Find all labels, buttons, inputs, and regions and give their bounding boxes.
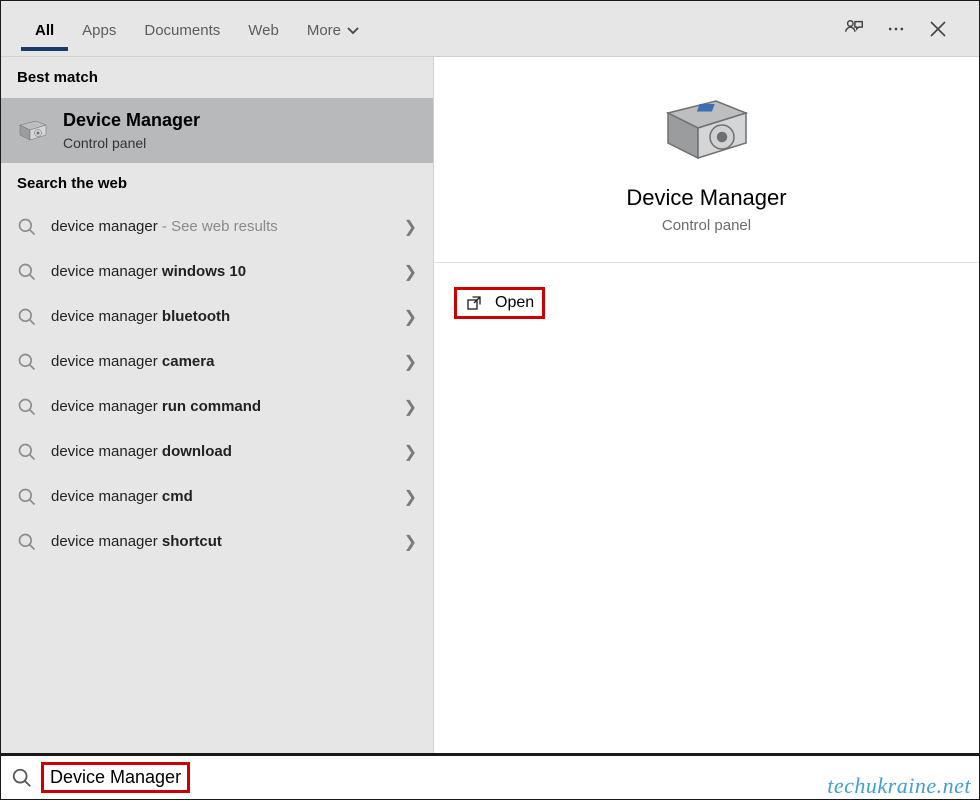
watermark: techukraine.net xyxy=(827,773,971,799)
search-icon xyxy=(17,397,37,417)
chevron-right-icon: ❯ xyxy=(404,397,417,417)
search-icon xyxy=(17,217,37,237)
chevron-right-icon: ❯ xyxy=(404,442,417,462)
chevron-right-icon: ❯ xyxy=(404,217,417,237)
open-label: Open xyxy=(495,294,534,312)
search-icon xyxy=(17,262,37,282)
search-icon xyxy=(17,487,37,507)
open-button[interactable]: Open xyxy=(454,287,545,319)
filter-tabs: All Apps Documents Web More xyxy=(1,1,979,57)
tab-documents[interactable]: Documents xyxy=(130,6,234,51)
best-match-title: Device Manager xyxy=(63,110,200,131)
chevron-right-icon: ❯ xyxy=(404,352,417,372)
suggestion-label: device manager download xyxy=(51,443,404,460)
chevron-right-icon: ❯ xyxy=(404,487,417,507)
web-suggestion[interactable]: device manager shortcut ❯ xyxy=(1,519,433,564)
suggestion-label: device manager bluetooth xyxy=(51,308,404,325)
search-bar[interactable]: Device Manager techukraine.net xyxy=(1,753,979,799)
chevron-right-icon: ❯ xyxy=(404,307,417,327)
web-suggestion[interactable]: device manager run command ❯ xyxy=(1,384,433,429)
search-input[interactable]: Device Manager xyxy=(41,762,190,793)
tab-apps[interactable]: Apps xyxy=(68,6,130,51)
tab-more[interactable]: More xyxy=(293,6,373,51)
best-match-result[interactable]: Device Manager Control panel xyxy=(1,98,433,163)
chevron-right-icon: ❯ xyxy=(404,262,417,282)
feedback-icon[interactable] xyxy=(833,8,875,50)
detail-card: Device Manager Control panel xyxy=(434,57,979,263)
suggestion-label: device manager camera xyxy=(51,353,404,370)
tab-all[interactable]: All xyxy=(21,6,68,51)
search-window: All Apps Documents Web More Best match xyxy=(0,0,980,800)
search-icon xyxy=(17,352,37,372)
tab-web[interactable]: Web xyxy=(234,6,293,51)
search-icon xyxy=(17,442,37,462)
suggestion-label: device manager - See web results xyxy=(51,218,404,235)
web-suggestion[interactable]: device manager camera ❯ xyxy=(1,339,433,384)
detail-title: Device Manager xyxy=(626,185,786,211)
suggestion-label: device manager windows 10 xyxy=(51,263,404,280)
suggestion-label: device manager cmd xyxy=(51,488,404,505)
search-web-header: Search the web xyxy=(1,163,433,204)
detail-panel: Device Manager Control panel Open xyxy=(433,57,979,753)
open-external-icon xyxy=(465,294,483,312)
chevron-right-icon: ❯ xyxy=(404,532,417,552)
web-suggestion[interactable]: device manager cmd ❯ xyxy=(1,474,433,519)
web-suggestion[interactable]: device manager bluetooth ❯ xyxy=(1,294,433,339)
tab-more-label: More xyxy=(307,22,341,39)
detail-subtitle: Control panel xyxy=(662,217,751,234)
device-manager-icon xyxy=(659,91,755,171)
close-icon[interactable] xyxy=(917,8,959,50)
web-suggestion[interactable]: device manager windows 10 ❯ xyxy=(1,249,433,294)
search-icon xyxy=(17,532,37,552)
suggestion-label: device manager shortcut xyxy=(51,533,404,550)
suggestion-label: device manager run command xyxy=(51,398,404,415)
search-icon xyxy=(17,307,37,327)
web-suggestion[interactable]: device manager - See web results ❯ xyxy=(1,204,433,249)
device-manager-icon xyxy=(17,115,49,147)
web-suggestion[interactable]: device manager download ❯ xyxy=(1,429,433,474)
best-match-header: Best match xyxy=(1,57,433,98)
best-match-subtitle: Control panel xyxy=(63,135,200,151)
results-panel: Best match Device Manager Control panel xyxy=(1,57,433,753)
chevron-down-icon xyxy=(347,25,359,37)
more-options-icon[interactable] xyxy=(875,8,917,50)
search-icon xyxy=(11,767,33,789)
